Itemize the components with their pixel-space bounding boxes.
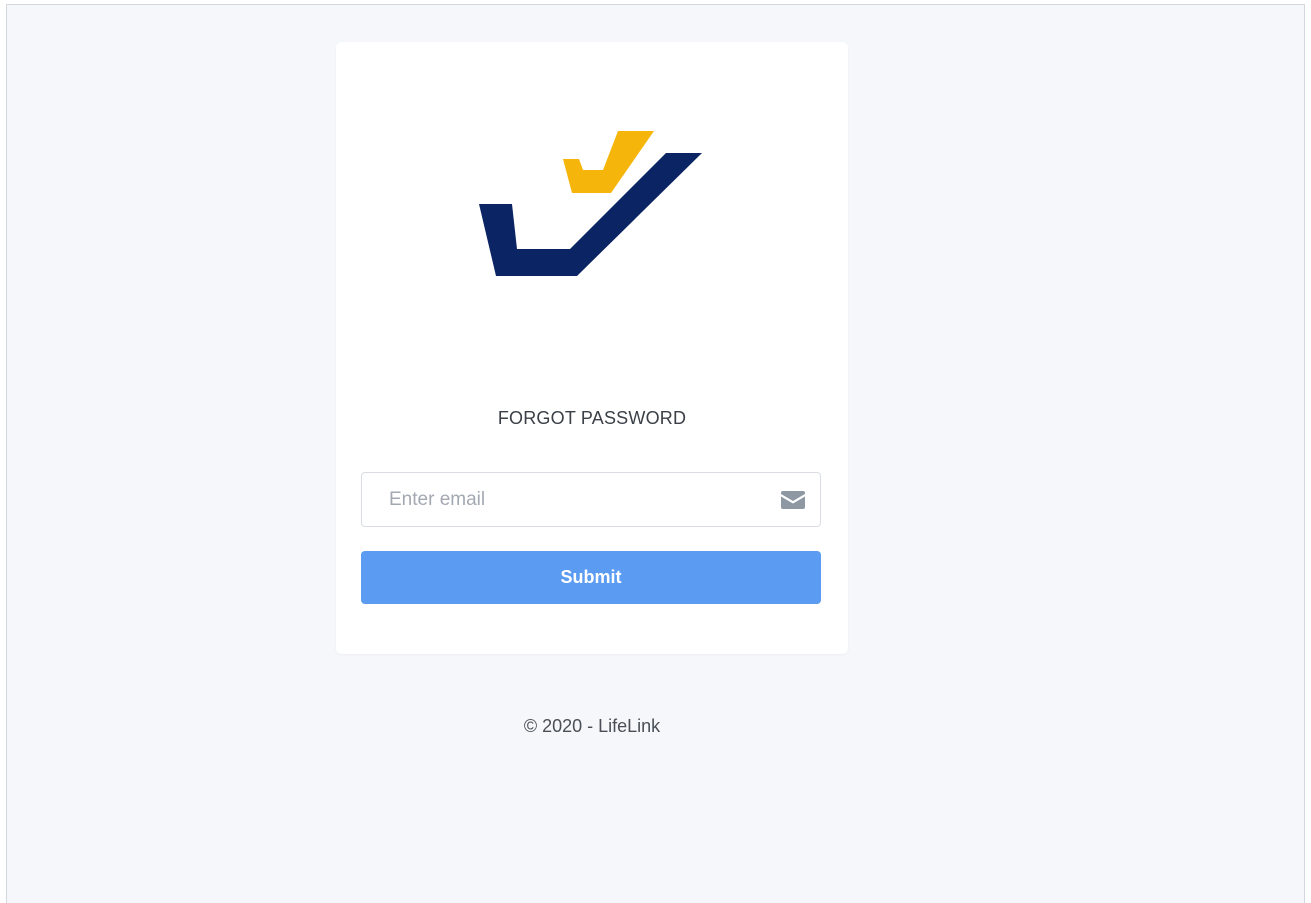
page-viewport: FORGOT PASSWORD Submit © 2020 - LifeLink: [6, 4, 1305, 903]
email-field[interactable]: [361, 472, 821, 527]
envelope-icon: [781, 491, 805, 509]
forgot-password-card: FORGOT PASSWORD Submit: [336, 42, 848, 654]
submit-button[interactable]: Submit: [361, 551, 821, 604]
email-input[interactable]: [362, 473, 762, 526]
page-title: FORGOT PASSWORD: [497, 408, 687, 428]
footer-copyright: © 2020 - LifeLink: [523, 716, 661, 736]
checkmark-logo-icon: [479, 131, 702, 276]
